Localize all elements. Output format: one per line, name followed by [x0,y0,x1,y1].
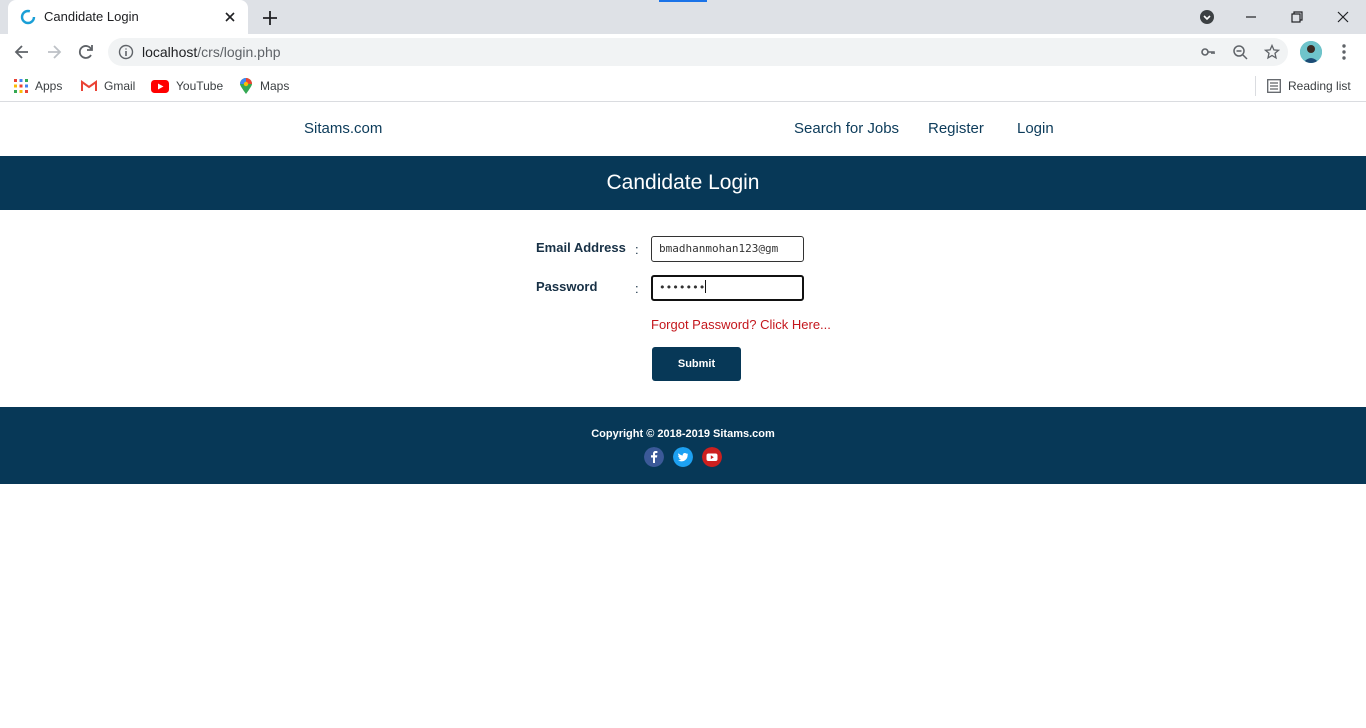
page-title: Candidate Login [606,171,760,194]
copyright-text: Copyright © 2018-2019 Sitams.com [591,428,775,440]
apps-grid-icon [14,79,28,93]
browser-tab[interactable]: Candidate Login [8,0,248,34]
close-tab-icon[interactable] [222,9,238,25]
bookmark-label: Gmail [104,79,136,93]
email-label: Email Address [536,240,626,255]
bookmark-maps[interactable]: Maps [239,76,289,96]
password-field[interactable]: ••••••• [651,275,804,301]
tab-strip: Candidate Login [0,0,1366,34]
site-favicon-icon [20,9,36,25]
gmail-icon [81,80,97,92]
youtube-icon [151,79,169,93]
key-icon[interactable] [1200,44,1216,60]
new-tab-icon[interactable] [260,8,280,28]
email-value: bmadhanmohan123@gm [659,242,779,255]
url-text[interactable]: localhost/crs/login.php [142,44,281,60]
twitter-icon[interactable] [673,447,693,467]
facebook-icon[interactable] [644,447,664,467]
star-icon[interactable] [1264,44,1280,60]
bookmarks-bar: Apps Gmail YouTube Maps Reading list [0,70,1366,102]
nav-register[interactable]: Register [928,120,984,138]
password-label: Password [536,279,598,294]
profile-avatar[interactable] [1300,41,1322,63]
url-host: localhost [142,44,198,60]
avatar-icon [1300,41,1322,63]
maps-pin-icon [240,78,252,94]
email-colon: : [635,242,639,257]
browser-toolbar: localhost/crs/login.php [0,34,1366,70]
reading-list-button[interactable]: Reading list [1267,76,1351,96]
forward-arrow-icon[interactable] [44,42,64,62]
minimize-icon[interactable] [1240,6,1262,28]
tab-search-icon[interactable] [1198,8,1216,26]
submit-button[interactable]: Submit [652,347,741,381]
zoom-out-icon[interactable] [1232,44,1248,60]
password-value: ••••••• [659,281,706,294]
tab-strip-accent [659,0,707,2]
restore-icon[interactable] [1286,6,1308,28]
browser-menu-icon[interactable] [1336,42,1352,62]
address-bar[interactable]: localhost/crs/login.php [108,38,1288,66]
reading-list-label: Reading list [1288,79,1351,93]
site-brand[interactable]: Sitams.com [304,120,382,138]
site-info-icon[interactable] [118,44,134,60]
page-header: Candidate Login [0,156,1366,210]
site-navbar: Sitams.com Search for Jobs Register Logi… [0,103,1366,156]
bookmark-gmail[interactable]: Gmail [81,76,135,96]
forgot-password-link[interactable]: Forgot Password? Click Here... [651,317,831,333]
bookmark-apps[interactable]: Apps [14,76,62,96]
back-arrow-icon[interactable] [12,42,32,62]
nav-login[interactable]: Login [1017,120,1054,138]
tab-title: Candidate Login [44,9,139,24]
reading-list-icon [1267,79,1281,93]
bookmark-label: Maps [260,79,290,93]
url-path: /crs/login.php [197,44,281,60]
password-colon: : [635,281,639,296]
bookmark-label: YouTube [176,79,224,93]
bookmark-label: Apps [35,79,63,93]
site-footer: Copyright © 2018-2019 Sitams.com [0,407,1366,484]
nav-search-jobs[interactable]: Search for Jobs [794,120,899,138]
bookmarks-divider [1255,76,1256,96]
email-field[interactable]: bmadhanmohan123@gm [651,236,804,262]
youtube-icon[interactable] [702,447,722,467]
close-window-icon[interactable] [1332,6,1354,28]
reload-icon[interactable] [76,42,96,62]
text-caret [705,280,707,293]
bookmark-youtube[interactable]: YouTube [151,76,223,96]
